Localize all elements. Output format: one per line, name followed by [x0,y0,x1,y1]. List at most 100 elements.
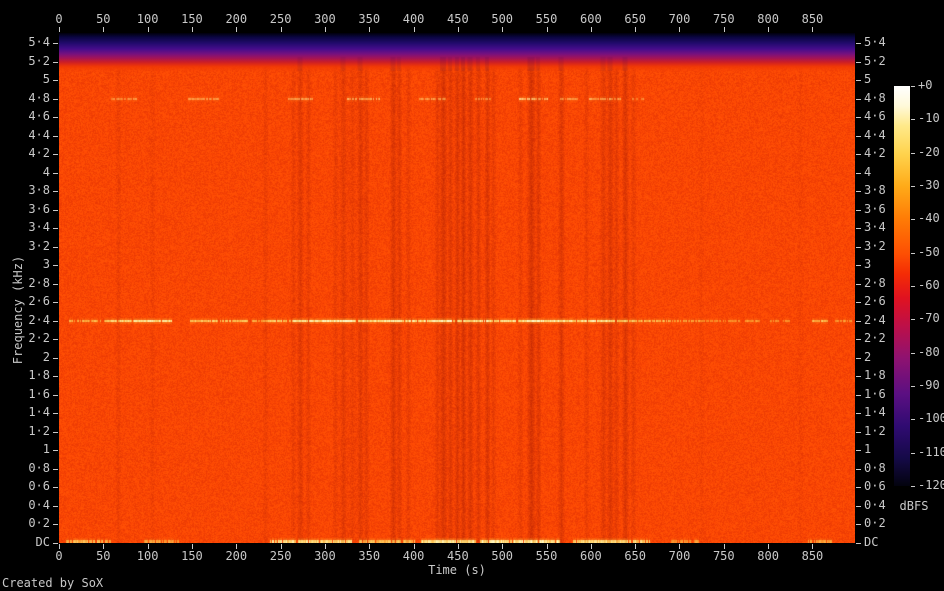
freq-tick-label: 2·8 [28,275,50,290]
freq-tick-label: 3·4 [28,220,50,235]
freq-tick-mark [53,209,58,211]
db-tick-label: +0 [918,78,933,92]
freq-tick-mark [856,265,861,267]
freq-tick-label: 4·8 [28,90,50,105]
freq-tick-label: DC [35,535,50,549]
frequency-axis-title: Frequency (kHz) [11,255,25,365]
freq-tick-label: 0·8 [864,460,886,475]
time-tick-mark [280,27,282,32]
freq-tick-mark [856,98,861,100]
freq-tick-mark [53,413,58,415]
time-tick-mark [679,27,681,32]
time-tick-mark [324,27,326,32]
time-tick-label: 750 [712,12,735,26]
db-tick-label: -30 [918,178,940,192]
time-tick-label: 600 [580,549,602,563]
time-tick-mark [236,27,238,32]
freq-tick-label: 2·4 [864,312,886,327]
time-tick-mark [723,27,725,32]
time-tick-label: 350 [358,12,381,26]
db-tick-label: -20 [918,144,940,159]
freq-tick-mark [856,505,861,507]
freq-tick-label: 4 [42,164,50,179]
freq-tick-label: 2·6 [864,294,886,309]
freq-tick-label: 3·8 [28,183,50,198]
freq-tick-mark [856,43,861,45]
freq-tick-mark [856,172,861,174]
freq-tick-mark [53,135,58,137]
freq-tick-mark [53,376,58,378]
freq-tick-label: 4·4 [864,127,886,142]
freq-tick-label: 1·4 [28,405,50,420]
freq-tick-mark [856,135,861,137]
freq-tick-mark [53,450,58,452]
time-tick-mark [812,27,814,32]
freq-tick-mark [856,302,861,304]
freq-tick-label: 0·8 [28,460,50,475]
freq-tick-mark [53,191,58,193]
db-tick-label: -90 [918,378,940,392]
freq-tick-mark [53,543,58,544]
time-tick-mark [147,27,149,32]
freq-tick-label: 2·8 [864,275,886,290]
time-axis-title: Time (s) [428,563,486,577]
time-tick-label: 700 [668,12,691,26]
db-tick-mark [911,386,915,387]
time-tick-label: 550 [535,549,558,563]
freq-tick-mark [856,413,861,415]
time-tick-label: 450 [447,12,469,26]
time-tick-mark [103,27,105,32]
time-tick-label: 750 [712,549,735,563]
time-tick-label: 550 [535,12,558,26]
freq-tick-mark [53,43,58,45]
freq-tick-mark [53,265,58,267]
freq-tick-label: 3 [42,257,50,272]
time-tick-label: 0 [55,12,63,26]
freq-tick-label: 1 [864,442,872,457]
freq-tick-mark [53,283,58,285]
freq-tick-label: 1 [42,442,50,457]
db-tick-label: -120 [918,478,944,492]
db-tick-label: -100 [918,411,944,426]
time-tick-label: 800 [757,12,779,26]
time-tick-mark [768,27,770,32]
freq-tick-label: 4 [864,164,872,179]
freq-tick-label: 0·6 [864,479,886,494]
db-tick-mark [911,486,915,487]
time-tick-label: 150 [181,12,203,26]
freq-tick-mark [856,228,861,230]
time-tick-label: 600 [580,12,602,26]
freq-tick-mark [856,283,861,285]
time-tick-mark [635,27,637,32]
freq-tick-label: 0·4 [28,497,50,512]
freq-tick-label: 5 [864,72,872,87]
time-tick-label: 800 [757,549,779,563]
time-tick-label: 200 [225,549,248,563]
time-tick-label: 0 [55,549,63,563]
freq-tick-label: 2 [42,349,50,364]
db-tick-mark [911,352,915,354]
time-tick-mark [369,27,371,32]
time-tick-label: 450 [447,549,469,563]
freq-tick-mark [856,431,861,433]
time-tick-label: 150 [181,549,203,563]
freq-tick-label: 3·8 [864,183,886,198]
freq-tick-label: 2·4 [28,312,50,327]
colorbar-unit-label: dBFS [899,499,929,513]
freq-tick-mark [53,524,58,526]
freq-tick-mark [856,450,861,452]
time-tick-label: 700 [668,549,691,563]
time-tick-mark [59,27,60,32]
time-tick-label: 300 [314,549,336,563]
freq-tick-label: 4·6 [864,109,886,124]
time-tick-label: 250 [269,12,292,26]
db-tick-mark [911,419,915,421]
freq-tick-mark [53,98,58,100]
time-tick-label: 50 [96,549,111,563]
sox-spectrogram-window: 0 50 100 150 200 250 300 350 400 450 500 550 600 650 7… [0,0,944,591]
time-tick-label: 650 [624,549,646,563]
freq-tick-label: 2·6 [28,294,50,309]
freq-tick-mark [856,320,861,322]
freq-tick-mark [856,357,861,359]
freq-tick-label: 5·4 [864,35,886,50]
